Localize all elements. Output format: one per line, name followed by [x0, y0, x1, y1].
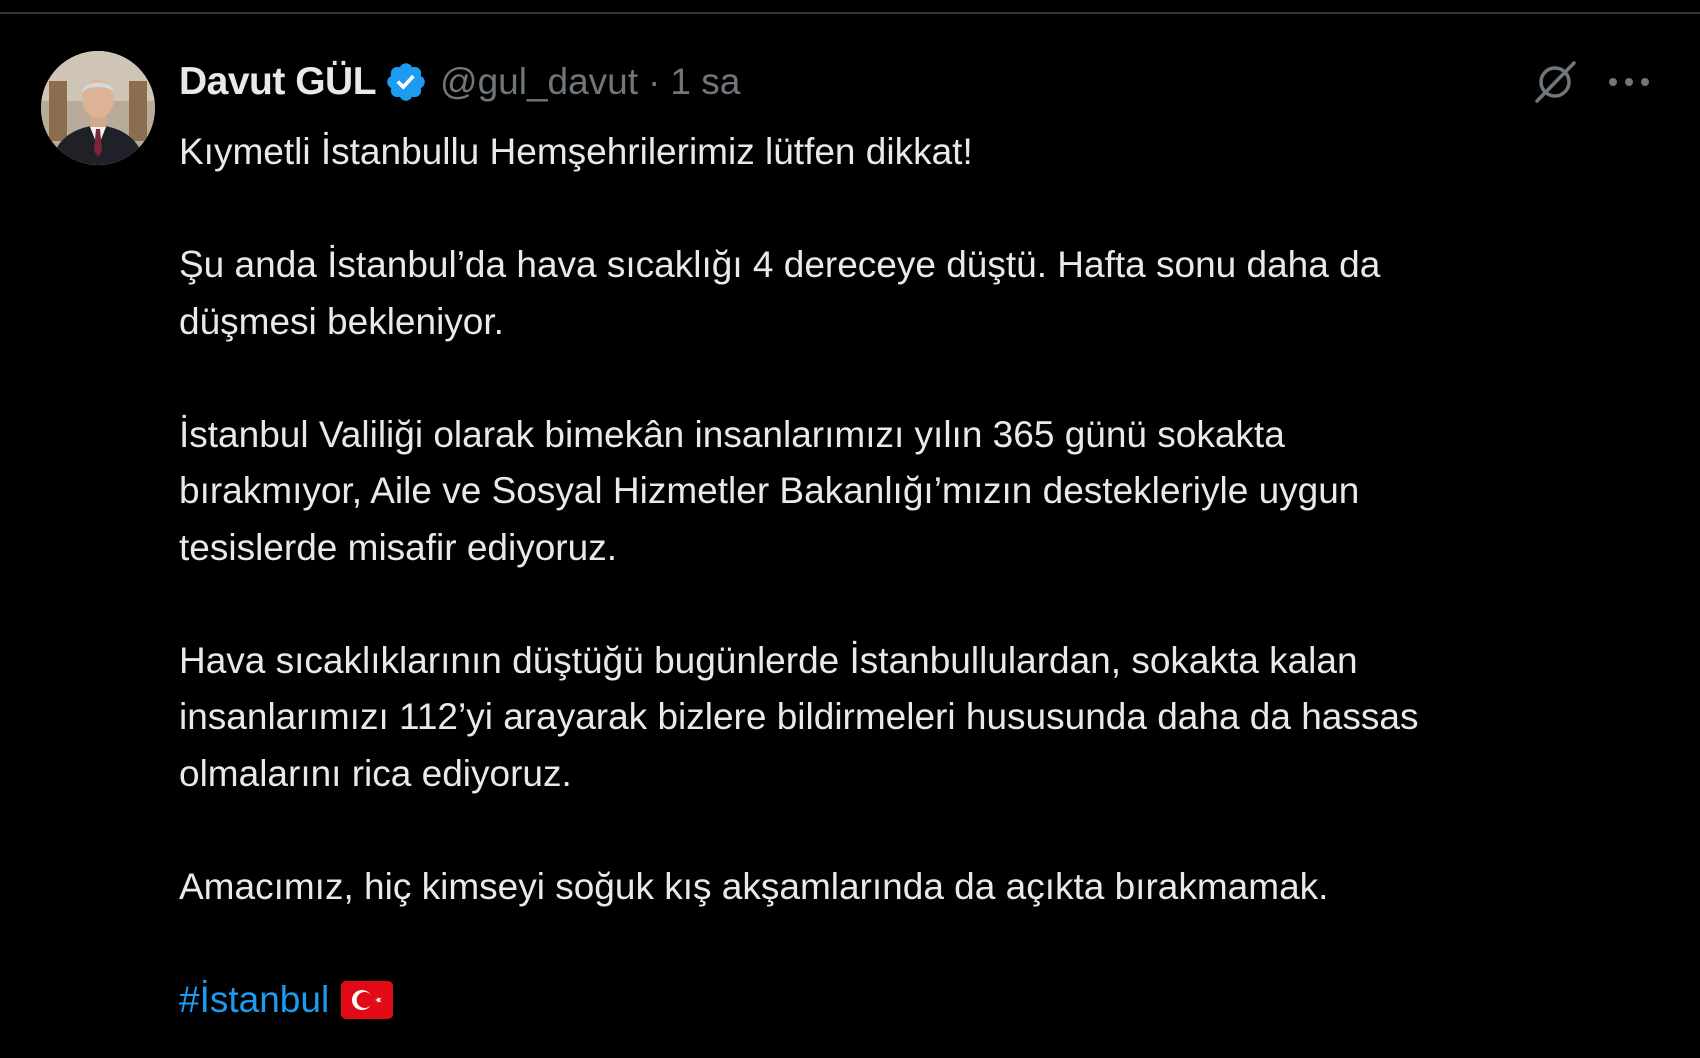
tweet-header: Davut GÜL @gul_davut · 1 sa: [179, 56, 740, 108]
verified-badge-icon[interactable]: [384, 60, 428, 104]
tweet-text: Kıymetli İstanbullu Hemşehrilerimiz lütf…: [179, 124, 1649, 1028]
author-handle[interactable]: @gul_davut: [440, 61, 638, 103]
hashtag-link[interactable]: #İstanbul: [179, 972, 329, 1029]
timestamp[interactable]: 1 sa: [670, 61, 740, 103]
more-options-icon: [1609, 78, 1649, 86]
paragraph-greeting: Kıymetli İstanbullu Hemşehrilerimiz lütf…: [179, 131, 973, 172]
grok-button[interactable]: [1530, 56, 1580, 108]
paragraph-governorship: İstanbul Valiliği olarak bimekân insanla…: [179, 413, 1360, 568]
turkey-flag-icon: [341, 980, 394, 1019]
separator-dot: ·: [648, 61, 661, 102]
paragraph-temperature: Şu anda İstanbul’da hava sıcaklığı 4 der…: [179, 244, 1381, 342]
hashtag-line: #İstanbul: [179, 972, 1649, 1029]
paragraph-request: Hava sıcaklıklarının düştüğü bugünlerde …: [179, 639, 1419, 794]
profile-photo-icon: [41, 51, 155, 165]
paragraph-goal: Amacımız, hiç kimseyi soğuk kış akşamlar…: [179, 865, 1329, 907]
grok-icon: [1535, 61, 1576, 103]
tweet[interactable]: Davut GÜL @gul_davut · 1 sa Kıymetli İst…: [0, 14, 1700, 1058]
author-display-name[interactable]: Davut GÜL: [179, 60, 377, 104]
more-options-button[interactable]: [1604, 56, 1654, 108]
avatar[interactable]: [41, 51, 155, 165]
